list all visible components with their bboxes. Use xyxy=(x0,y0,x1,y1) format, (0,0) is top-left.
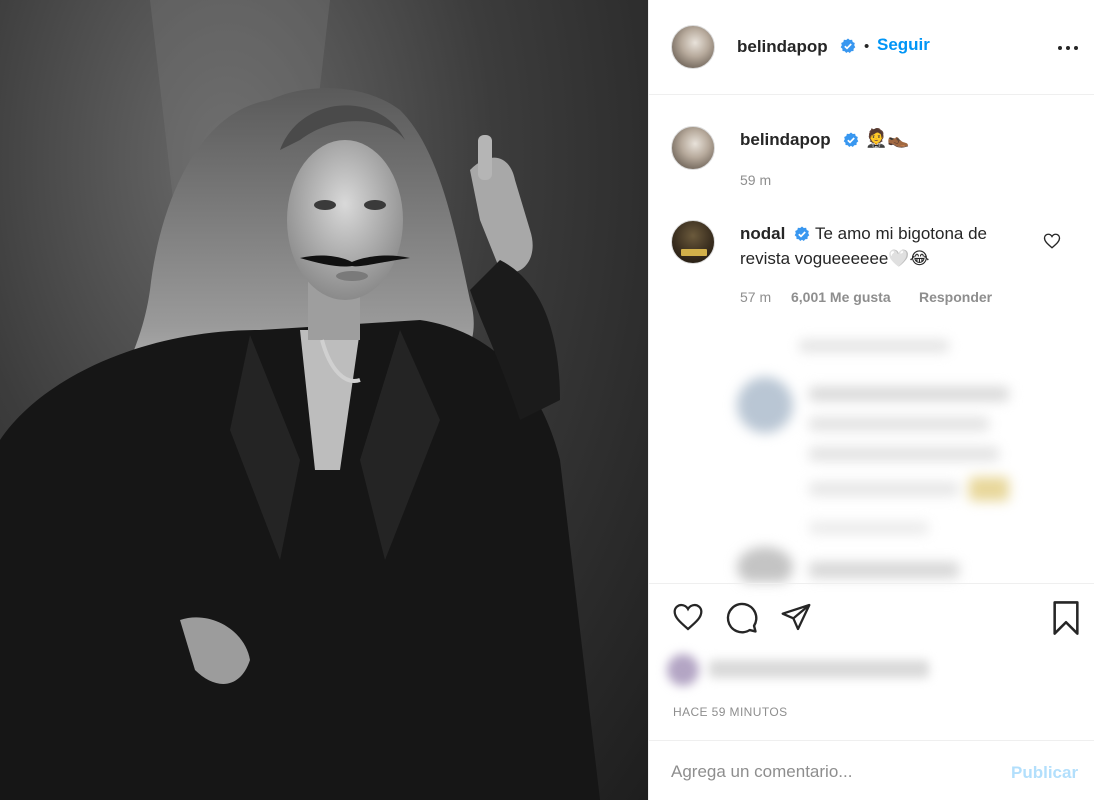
post-actions-bar xyxy=(649,583,1094,649)
caption-username[interactable]: belindapop xyxy=(740,130,831,150)
heart-icon[interactable] xyxy=(671,601,705,633)
bookmark-icon[interactable] xyxy=(1049,599,1083,637)
follow-button[interactable]: Seguir xyxy=(877,35,930,55)
comment-icon[interactable] xyxy=(725,601,759,635)
verified-badge-icon xyxy=(794,226,810,241)
post-header: belindapop • Seguir xyxy=(649,0,1094,95)
avatar[interactable] xyxy=(671,25,715,69)
comment-likes-count[interactable]: 6,001 Me gusta xyxy=(791,289,891,305)
comment-avatar[interactable] xyxy=(671,220,715,264)
post-side-panel: belindapop • Seguir belindapop 🤵👞 59 m n… xyxy=(648,0,1094,800)
publish-button[interactable]: Publicar xyxy=(1011,763,1078,783)
comment-input[interactable] xyxy=(671,755,991,789)
post-timestamp[interactable]: HACE 59 MINUTOS xyxy=(673,705,787,719)
blurred-comments-area xyxy=(659,332,1087,582)
verified-badge-icon xyxy=(840,38,856,53)
separator-dot: • xyxy=(864,38,870,55)
caption-avatar[interactable] xyxy=(671,126,715,170)
portrait-illustration xyxy=(0,0,600,800)
post-photo[interactable] xyxy=(0,0,648,800)
comment-text-line2: revista vogueeeeee🤍😂 xyxy=(740,249,930,268)
reply-button[interactable]: Responder xyxy=(919,289,992,305)
comment-time[interactable]: 57 m xyxy=(740,289,771,305)
comment-composer: Publicar xyxy=(649,740,1094,800)
comment-username[interactable]: nodal xyxy=(740,224,785,244)
blurred-likes-summary xyxy=(659,648,949,692)
paper-plane-icon[interactable] xyxy=(779,601,813,633)
comment-like-heart-icon[interactable] xyxy=(1043,232,1061,250)
verified-badge-icon xyxy=(843,132,859,147)
more-options-icon[interactable] xyxy=(1057,38,1079,58)
caption-time[interactable]: 59 m xyxy=(740,172,771,188)
caption-text: 🤵👞 xyxy=(865,128,910,148)
header-username[interactable]: belindapop xyxy=(737,37,828,57)
